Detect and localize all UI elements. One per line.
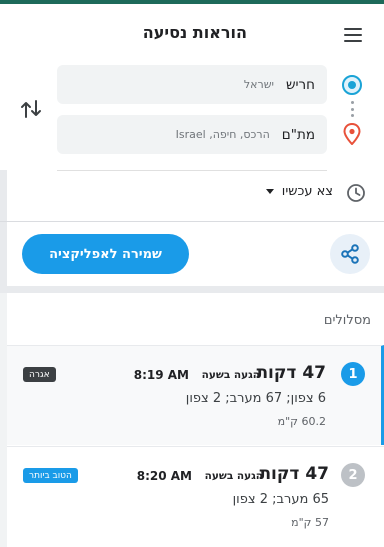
section-band	[0, 286, 384, 293]
destination-field[interactable]: מת"ם הרכס, חיפה, Israel	[57, 115, 327, 154]
destination-value: מת"ם	[281, 126, 315, 143]
route-option-1[interactable]: 1 47 דקות הגעה בשעה 8:19 AM 6 צפון; 67 מ…	[7, 345, 384, 445]
share-button[interactable]	[330, 234, 370, 274]
chevron-down-icon	[265, 189, 274, 194]
save-to-app-button[interactable]: שמירה לאפליקציה	[22, 234, 189, 274]
origin-value: חריש	[285, 76, 315, 93]
route-distance: 57 ק"מ	[291, 516, 329, 529]
best-route-badge: הטוב ביותר	[23, 468, 78, 483]
departure-time-select[interactable]: צא עכשיו	[265, 184, 333, 199]
route-duration: 47 דקות	[259, 464, 329, 484]
arrival-time: 8:19 AM	[133, 368, 189, 382]
route-via: 65 מערב; 2 צפון	[232, 492, 329, 507]
route-panel: חריש ישראל מת"ם הרכס, חיפה, Israel צא עכ…	[0, 56, 384, 220]
routes-heading: מסלולים	[323, 313, 371, 328]
arrival-label: הגעה בשעה	[204, 470, 263, 482]
section-divider	[0, 221, 384, 222]
swap-directions-icon[interactable]	[18, 96, 44, 122]
route-number-badge: 2	[341, 463, 365, 487]
scrollbar-track[interactable]	[0, 170, 7, 287]
share-icon	[341, 244, 359, 264]
page-title: הוראות נסיעה	[142, 23, 247, 42]
origin-hint: ישראל	[243, 78, 274, 91]
departure-label: צא עכשיו	[281, 184, 333, 199]
origin-marker-icon	[342, 75, 362, 95]
header: הוראות נסיעה	[0, 4, 384, 56]
destination-hint: הרכס, חיפה, Israel	[175, 128, 270, 141]
route-dots-icon	[350, 101, 354, 117]
arrival-time: 8:20 AM	[136, 469, 192, 483]
route-duration: 47 דקות	[256, 363, 326, 383]
origin-field[interactable]: חריש ישראל	[57, 65, 327, 104]
route-option-2[interactable]: 2 47 דקות הגעה בשעה 8:20 AM 65 מערב; 2 צ…	[7, 446, 384, 547]
route-via: 6 צפון; 67 מערב; 2 צפון	[185, 391, 326, 406]
field-divider	[57, 170, 327, 171]
destination-pin-icon	[343, 123, 361, 145]
route-distance: 60.2 ק"מ	[277, 415, 326, 428]
hamburger-menu-icon[interactable]	[344, 28, 362, 42]
toll-badge: אגרה	[23, 367, 56, 382]
arrival-label: הגעה בשעה	[201, 369, 260, 381]
clock-icon	[347, 184, 365, 202]
scrollbar-track-lower	[0, 293, 7, 547]
route-number-badge: 1	[341, 362, 365, 386]
